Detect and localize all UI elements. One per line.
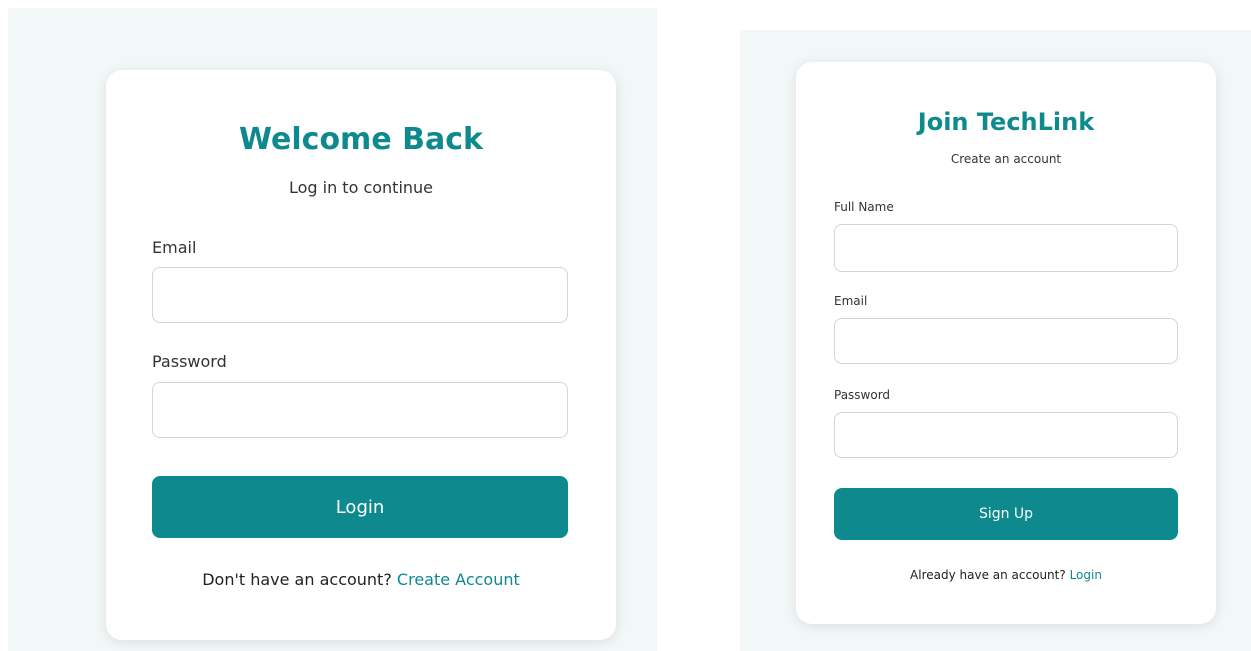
login-email-label: Email: [152, 238, 197, 257]
login-card: Welcome Back Log in to continue Email Pa…: [106, 70, 616, 640]
signup-footer-text: Already have an account?: [910, 568, 1066, 582]
signup-email-label: Email: [834, 294, 868, 308]
login-link[interactable]: Login: [1070, 568, 1102, 582]
signup-fullname-input[interactable]: [834, 224, 1178, 272]
create-account-link[interactable]: Create Account: [397, 570, 520, 589]
login-title: Welcome Back: [239, 122, 483, 157]
login-email-input[interactable]: [152, 267, 568, 323]
login-password-label: Password: [152, 352, 227, 371]
signup-email-input[interactable]: [834, 318, 1178, 364]
signup-fullname-label: Full Name: [834, 200, 894, 214]
login-subtitle: Log in to continue: [288, 178, 434, 197]
signup-subtitle: Create an account: [950, 152, 1062, 166]
login-button[interactable]: Login: [152, 476, 568, 538]
signup-password-input[interactable]: [834, 412, 1178, 458]
login-footer: Don't have an account? Create Account: [106, 570, 616, 589]
signup-button[interactable]: Sign Up: [834, 488, 1178, 540]
signup-footer: Already have an account? Login: [796, 568, 1216, 582]
signup-title: Join TechLink: [917, 108, 1095, 136]
signup-password-label: Password: [834, 388, 891, 402]
login-password-input[interactable]: [152, 382, 568, 438]
login-footer-text: Don't have an account?: [202, 570, 392, 589]
signup-card: Join TechLink Create an account Full Nam…: [796, 62, 1216, 624]
